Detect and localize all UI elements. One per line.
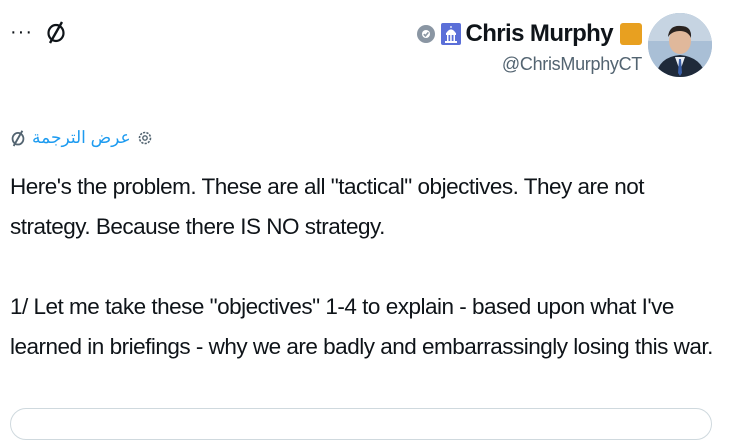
quoted-card[interactable] <box>10 408 712 440</box>
author-name-row: Chris Murphy <box>416 20 642 48</box>
more-dots-icon[interactable]: ··· <box>10 22 33 42</box>
show-translation-link[interactable]: عرض الترجمة <box>32 128 131 148</box>
author-name[interactable]: Chris Murphy <box>466 20 614 48</box>
grok-slash-icon[interactable] <box>45 20 67 44</box>
translate-row[interactable]: عرض الترجمة <box>10 128 153 148</box>
tweet-text: Here's the problem. These are all "tacti… <box>10 167 718 367</box>
author-block: Chris Murphy @ChrisMurphyCT <box>416 20 642 75</box>
settings-gear-icon[interactable] <box>137 130 153 146</box>
header-actions: ··· <box>10 20 67 44</box>
avatar-photo[interactable] <box>648 13 712 77</box>
gear-affiliation-icon <box>416 25 435 43</box>
verified-gold-badge <box>620 23 642 45</box>
tweet-paragraph: 1/ Let me take these "objectives" 1-4 to… <box>10 294 713 359</box>
avatar-image <box>648 13 712 77</box>
grok-slash-icon[interactable] <box>10 129 26 147</box>
tweet-paragraph: Here's the problem. These are all "tacti… <box>10 174 645 239</box>
author-handle[interactable]: @ChrisMurphyCT <box>416 54 642 75</box>
capitol-dome-icon <box>440 23 461 45</box>
